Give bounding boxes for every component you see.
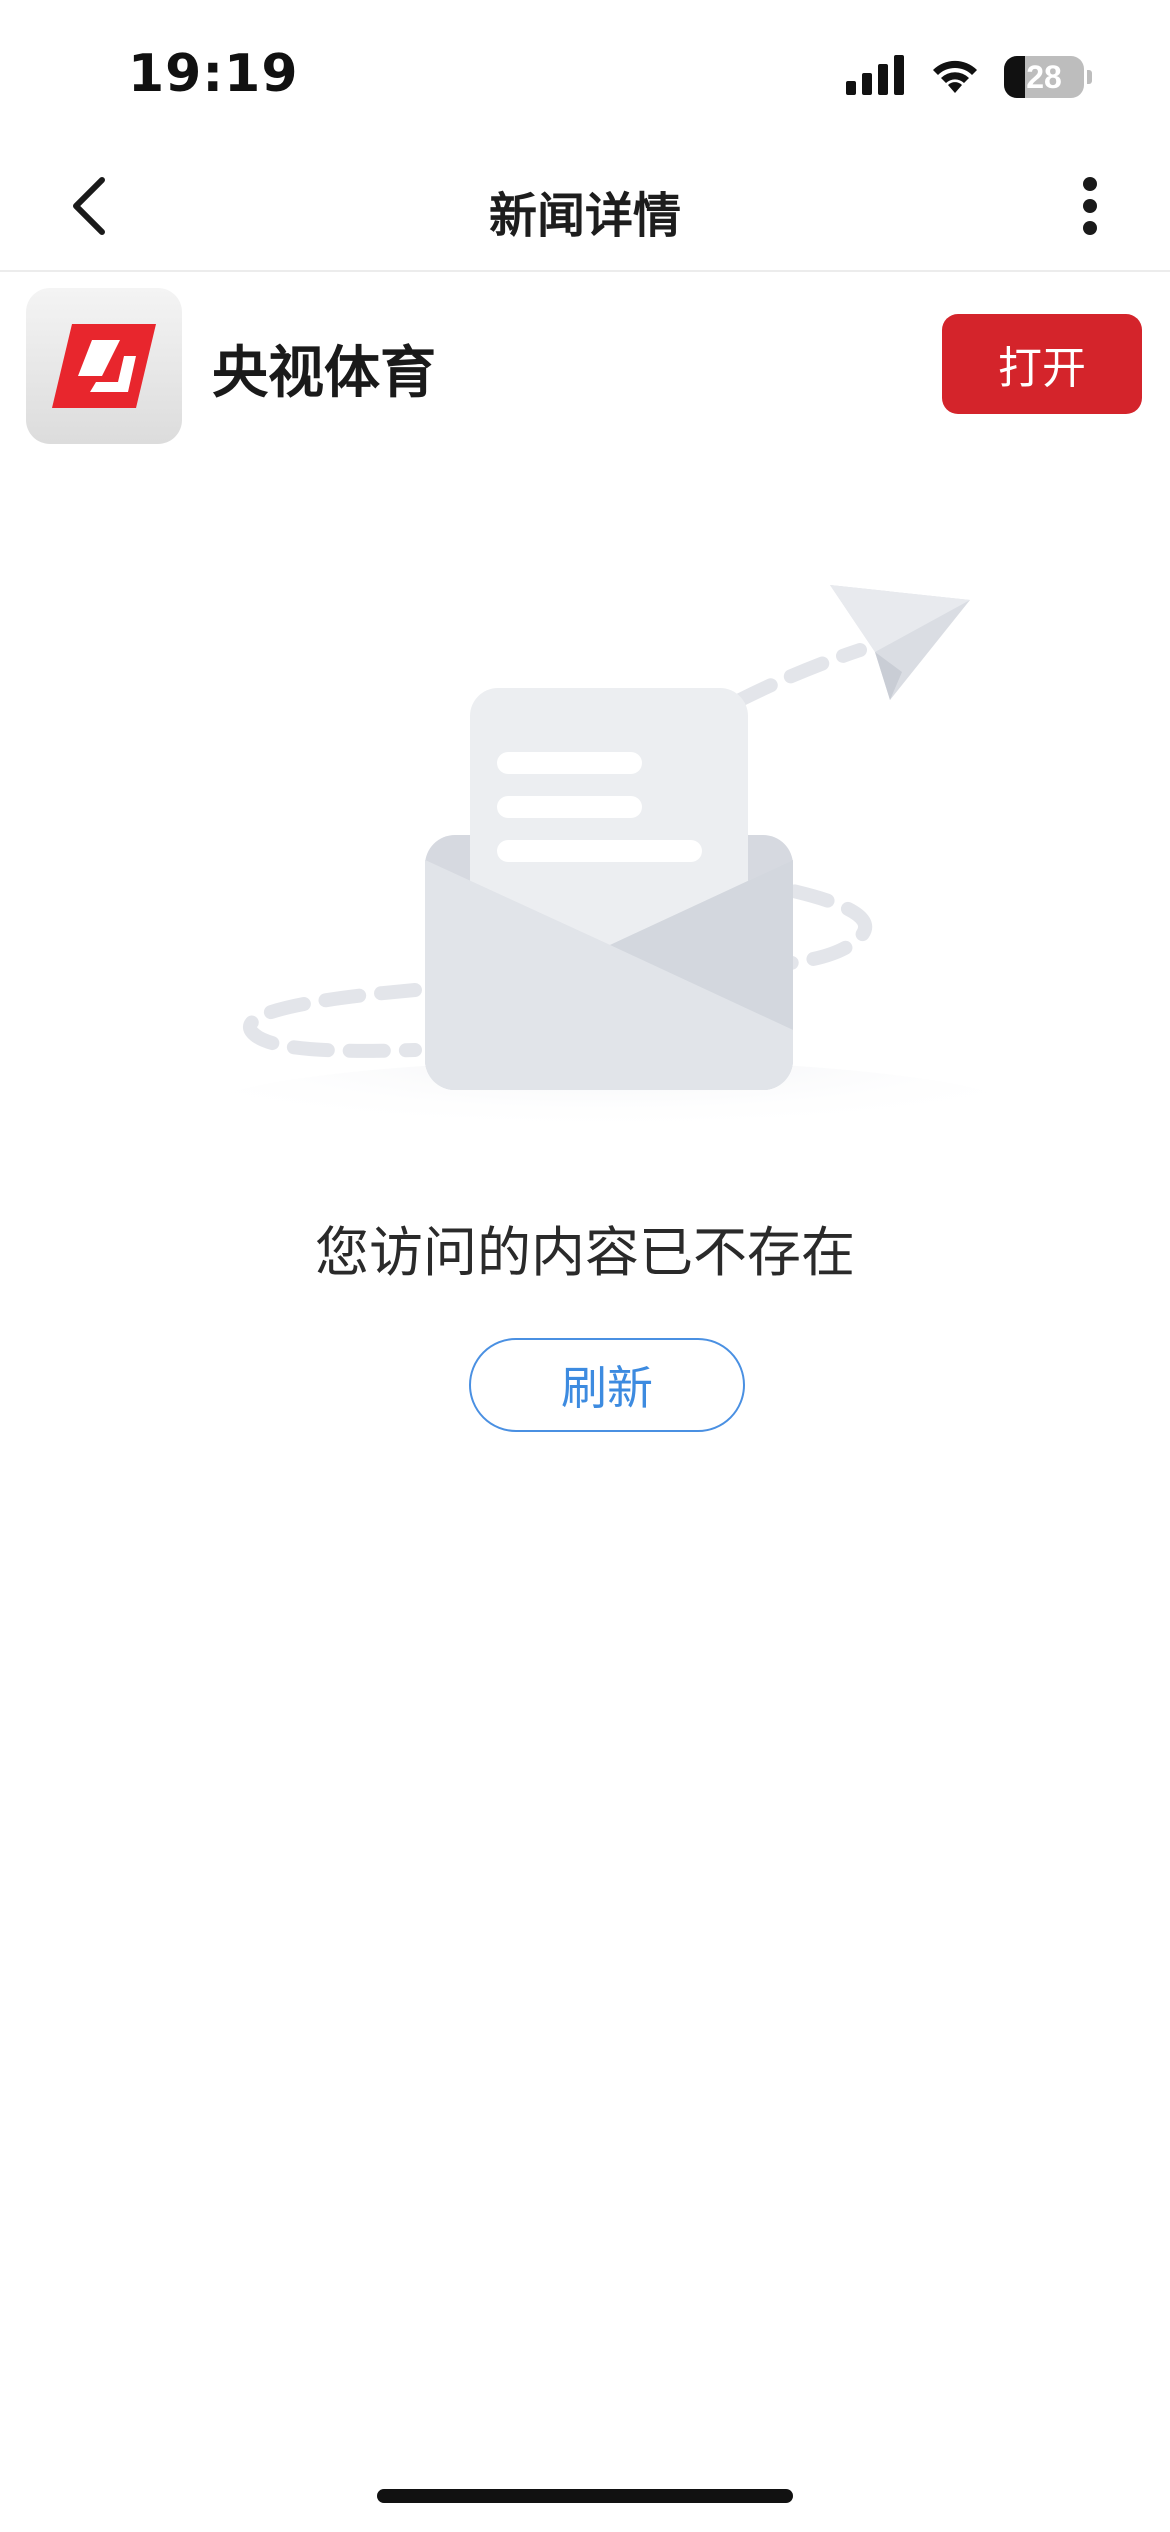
battery-body: 28 xyxy=(1004,56,1084,98)
wifi-icon xyxy=(928,55,982,99)
cellular-signal-icon xyxy=(846,55,906,99)
refresh-button[interactable]: 刷新 xyxy=(469,1338,745,1432)
cctv-sports-logo-icon xyxy=(52,324,156,408)
page-title: 新闻详情 xyxy=(488,188,681,244)
battery-percent: 28 xyxy=(1026,58,1062,95)
status-time: 19:19 xyxy=(128,44,299,104)
app-logo[interactable] xyxy=(26,288,182,444)
more-vertical-icon xyxy=(1080,176,1100,240)
status-bar: 19:19 28 xyxy=(0,0,1170,140)
nav-bar: 新闻详情 xyxy=(0,140,1170,272)
battery-level xyxy=(1004,56,1025,98)
page: 19:19 28 新闻详情 央视体育 打开 您访问的内容已不存在 刷新 xyxy=(0,0,1170,2532)
home-indicator[interactable] xyxy=(377,2489,793,2503)
open-app-button[interactable]: 打开 xyxy=(942,314,1142,414)
more-button[interactable] xyxy=(1050,168,1130,248)
app-banner: 央视体育 打开 xyxy=(0,272,1170,452)
envelope-paper-plane-illustration xyxy=(150,560,1050,1180)
battery-icon: 28 xyxy=(1004,56,1092,98)
app-name: 央视体育 xyxy=(212,341,436,406)
empty-state-message: 您访问的内容已不存在 xyxy=(315,1221,855,1284)
status-icons: 28 xyxy=(846,52,1092,102)
battery-tip xyxy=(1087,70,1092,84)
